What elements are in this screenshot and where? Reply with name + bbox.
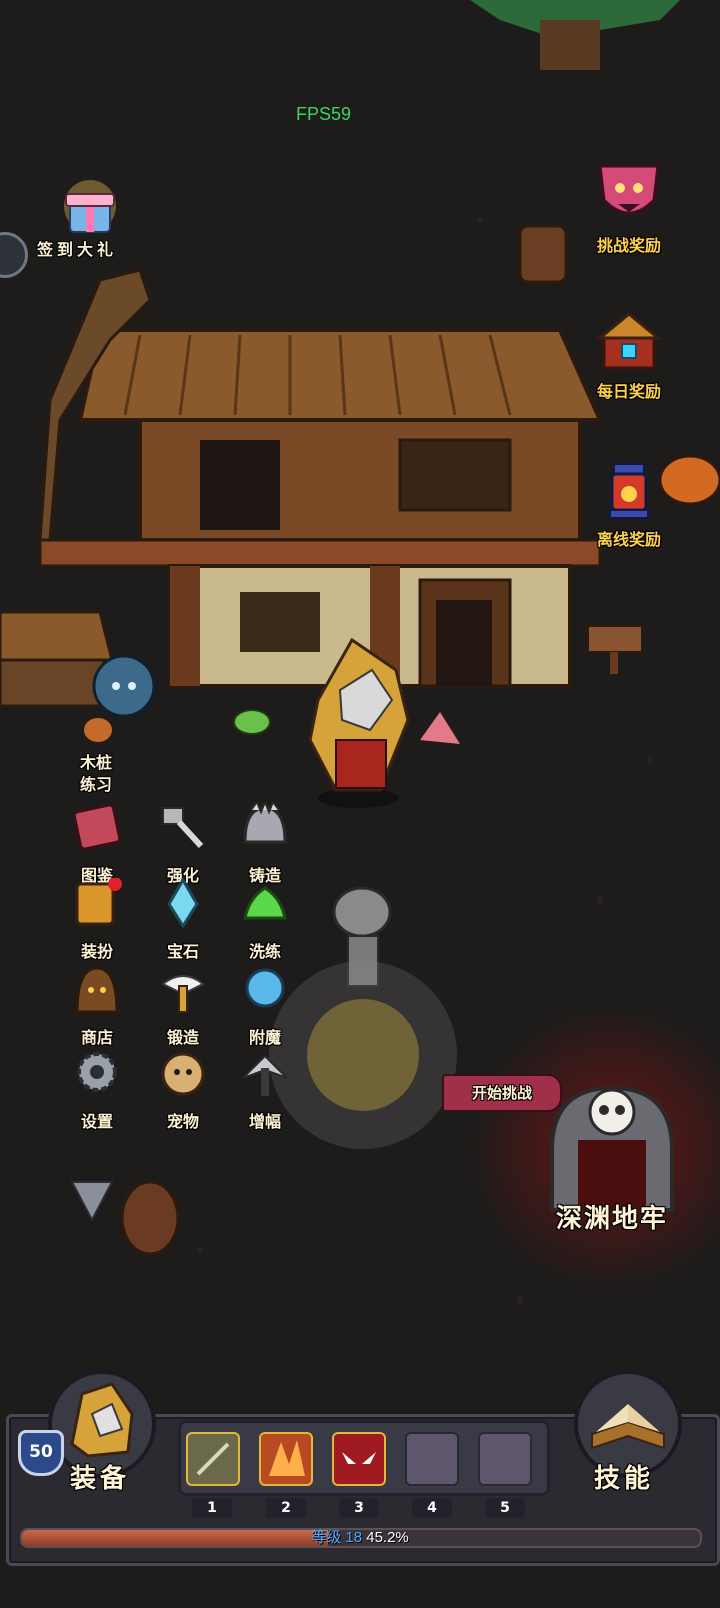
book-icon: [72, 803, 122, 851]
gem-icon: [167, 878, 199, 928]
skill-slot-2[interactable]: [259, 1432, 313, 1486]
start-challenge-label: 开始挑战: [471, 1084, 532, 1102]
menu-item-enhance[interactable]: 强化: [140, 800, 226, 886]
slot-number: 3: [339, 1498, 379, 1518]
xp-percent-text: 45.2%: [366, 1529, 409, 1546]
slot-number: 4: [412, 1498, 452, 1518]
menu-item-outfit[interactable]: 装扮: [54, 876, 140, 962]
slot-number: 5: [485, 1498, 525, 1518]
menu-label: 洗练: [248, 942, 281, 961]
level-text: 50: [29, 1442, 53, 1462]
menu-label: 宠物: [166, 1112, 199, 1131]
menu-label: 宝石: [166, 942, 199, 961]
slime-icon: [243, 886, 287, 920]
fps-counter: FPS59: [296, 104, 352, 124]
menu-item-gem[interactable]: 宝石: [140, 876, 226, 962]
spear-skill-icon: [196, 1442, 230, 1476]
level-badge: 50: [18, 1430, 64, 1476]
pet-icon: [161, 1052, 205, 1096]
menu-label: 增幅: [248, 1112, 281, 1131]
xp-text: 等级 18 45.2%: [0, 1526, 720, 1547]
slot-number: 2: [266, 1498, 306, 1518]
skill-label: 技能: [593, 1464, 654, 1494]
dark-wings-icon: [242, 1054, 288, 1096]
start-challenge-button[interactable]: 开始挑战: [442, 1074, 562, 1112]
checkin-gift-button[interactable]: 签到大礼: [22, 178, 132, 264]
hooded-merchant-icon: [75, 966, 119, 1014]
menu-label: 附魔: [248, 1028, 281, 1047]
skill-slot-1[interactable]: [186, 1432, 240, 1486]
menu-item-enchant[interactable]: 附魔: [222, 962, 308, 1048]
gear-icon: [77, 1052, 117, 1092]
gift-box-icon: [64, 180, 116, 233]
menu-label: 装扮: [80, 942, 113, 961]
training-dummy-label[interactable]: 木桩 练习: [66, 752, 126, 796]
demon-eyes-skill-icon: [342, 1452, 376, 1464]
winged-sword-icon: [161, 975, 205, 1013]
xp-level-text: 等级 18: [311, 1529, 363, 1546]
offline-reward-button[interactable]: 离线奖励: [574, 454, 684, 554]
dungeon-name[interactable]: 深渊地牢: [536, 1198, 688, 1235]
skill-slot-4[interactable]: [405, 1432, 459, 1486]
menu-item-settings[interactable]: 设置: [54, 1046, 140, 1132]
flame-claw-skill-icon: [269, 1440, 305, 1476]
skill-slot-5[interactable]: [478, 1432, 532, 1486]
wardrobe-icon: [75, 878, 122, 926]
hammer-icon: [162, 807, 204, 849]
menu-item-pet[interactable]: 宠物: [140, 1046, 226, 1132]
menu-item-refine[interactable]: 洗练: [222, 876, 308, 962]
menu-item-casting[interactable]: 铸造: [222, 800, 308, 886]
menu-label: 设置: [80, 1112, 113, 1131]
helmet-icon: [243, 802, 287, 844]
skill-slot-3[interactable]: [332, 1432, 386, 1486]
menu-item-forge[interactable]: 锻造: [140, 962, 226, 1048]
daily-reward-button[interactable]: 每日奖励: [574, 306, 684, 406]
menu-item-shop[interactable]: 商店: [54, 962, 140, 1048]
challenge-reward-button[interactable]: 挑战奖励: [574, 160, 684, 260]
lantern-icon: [609, 463, 649, 519]
slot-number: 1: [192, 1498, 232, 1518]
treasure-chest-icon: [595, 312, 663, 370]
menu-label: 商店: [80, 1028, 113, 1047]
menu-label: 锻造: [166, 1028, 199, 1047]
equip-label: 装备: [69, 1464, 130, 1494]
magic-orb-icon: [245, 968, 285, 1008]
offline-reward-label: 离线奖励: [596, 530, 661, 549]
checkin-label: 签到大礼: [36, 240, 117, 259]
daily-reward-label: 每日奖励: [596, 382, 661, 401]
demon-shield-icon: [598, 164, 660, 215]
menu-item-amplify[interactable]: 增幅: [222, 1046, 308, 1132]
challenge-reward-label: 挑战奖励: [596, 236, 661, 255]
menu-item-collection[interactable]: 图鉴: [54, 800, 140, 886]
game-scene: FPS59 签到大礼 挑战奖励 每日奖励 离线奖励 木桩 练习 图鉴 强化 铸造…: [0, 0, 720, 1608]
